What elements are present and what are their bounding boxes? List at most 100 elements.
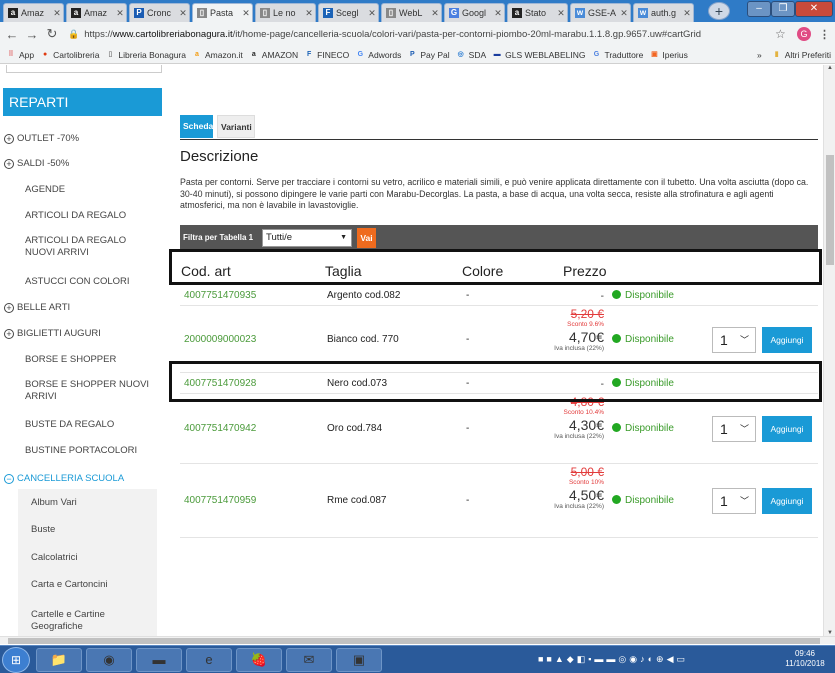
bookmark-item[interactable]: G Adwords — [355, 50, 402, 60]
browser-tab[interactable]: w auth.g ✕ — [633, 3, 694, 22]
filter-select[interactable]: Tutti/e ▼ — [262, 229, 352, 247]
browser-tab[interactable]: a Stato ✕ — [507, 3, 568, 22]
close-window-button[interactable]: ✕ — [795, 1, 833, 17]
submenu-item[interactable]: Cartelle e Cartine Geografiche — [18, 609, 157, 633]
back-arrow-icon[interactable]: ← — [4, 27, 20, 42]
media-icon[interactable]: ▣ — [336, 648, 382, 672]
explorer-icon[interactable]: 📁 — [36, 648, 82, 672]
ie-icon[interactable]: e — [186, 648, 232, 672]
reload-icon[interactable]: ↻ — [44, 26, 60, 42]
sidebar-item[interactable]: + OUTLET -70% — [0, 133, 160, 145]
product-color: - — [466, 290, 470, 301]
sidebar-item[interactable]: ASTUCCI CON COLORI — [0, 276, 160, 288]
chevron-down-icon: ﹀ — [739, 496, 749, 506]
tab-scheda[interactable]: Scheda — [180, 115, 213, 138]
sidebar-item[interactable]: BORSE E SHOPPER NUOVI ARRIVI — [0, 379, 160, 403]
other-bookmarks[interactable]: ▮ Altri Preferiti — [772, 50, 831, 60]
url-input[interactable]: 🔒 https://www.cartolibreriabonagura.it/i… — [68, 25, 775, 43]
quantity-select[interactable]: 1 ﹀ — [712, 488, 756, 514]
browser-menu-icon[interactable]: ⋮ — [819, 28, 830, 41]
fineco-icon: F — [307, 50, 312, 58]
close-tab-icon[interactable]: ✕ — [494, 8, 502, 19]
horizontal-scrollbar[interactable] — [0, 636, 835, 644]
lock-icon: 🔒 — [68, 28, 80, 39]
sidebar-item[interactable]: ARTICOLI DA REGALO — [0, 210, 160, 222]
maximize-window-button[interactable]: ❐ — [771, 1, 795, 17]
scroll-up-icon[interactable]: ▲ — [824, 65, 835, 71]
submenu-item[interactable]: Buste — [18, 524, 157, 536]
bookmark-item[interactable]: ● Cartolibreria — [40, 50, 99, 60]
chrome-icon[interactable]: ◉ — [86, 648, 132, 672]
bookmarks-more-icon[interactable]: » — [757, 50, 762, 60]
browser-tab[interactable]: P Cronc ✕ — [129, 3, 190, 22]
bookmark-item[interactable]: ▯ Libreria Bonagura — [105, 50, 186, 60]
bookmark-item[interactable]: ▣ Iperius — [649, 50, 688, 60]
taskbar-clock[interactable]: 09:46 11/10/2018 — [778, 649, 832, 669]
sidebar-item[interactable]: + SALDI -50% — [0, 158, 160, 170]
submenu-item[interactable]: Album Vari — [18, 497, 157, 509]
product-code-link[interactable]: 4007751470959 — [184, 495, 256, 506]
forward-arrow-icon[interactable]: → — [24, 27, 40, 42]
quantity-select[interactable]: 1 ﹀ — [712, 327, 756, 353]
close-tab-icon[interactable]: ✕ — [557, 8, 565, 19]
product-code-link[interactable]: 2000009000023 — [184, 334, 256, 345]
close-tab-icon[interactable]: ✕ — [683, 8, 691, 19]
bookmark-item[interactable]: a AMAZON — [249, 50, 298, 60]
system-tray-icons[interactable]: ■■▲◆◧▪▬▬◎◉♪◐⊕◀▭ — [538, 654, 688, 665]
strawberry-icon[interactable]: 🍓 — [236, 648, 282, 672]
close-tab-icon[interactable]: ✕ — [620, 8, 628, 19]
bookmark-item[interactable]: G Traduttore — [591, 50, 644, 60]
new-tab-button[interactable]: + — [708, 2, 730, 20]
browser-tab[interactable]: w GSE-A ✕ — [570, 3, 631, 22]
filter-bar: Filtra per Tabella 1 Tutti/e ▼ Vai — [180, 225, 818, 251]
browser-tab[interactable]: F Scegl ✕ — [318, 3, 379, 22]
bookmark-star-icon[interactable]: ☆ — [775, 27, 789, 41]
terminal-icon[interactable]: ▬ — [136, 648, 182, 672]
sidebar-item[interactable]: + BIGLIETTI AUGURI — [0, 328, 160, 340]
close-tab-icon[interactable]: ✕ — [116, 8, 124, 19]
profile-avatar[interactable]: G — [797, 27, 811, 41]
close-tab-icon[interactable]: ✕ — [431, 8, 439, 19]
bookmark-item[interactable]: P Pay Pal — [407, 50, 450, 60]
vertical-scrollbar[interactable]: ▲ ▼ — [823, 65, 835, 636]
product-code-link[interactable]: 4007751470935 — [184, 290, 256, 301]
product-code-link[interactable]: 4007751470942 — [184, 423, 256, 434]
bookmark-item[interactable]: F FINECO — [304, 50, 349, 60]
minimize-window-button[interactable]: – — [747, 1, 771, 17]
sidebar-item[interactable]: BUSTINE PORTACOLORI — [0, 445, 160, 457]
sidebar-item[interactable]: AGENDE — [0, 184, 160, 196]
bookmark-item[interactable]: ▬ GLS WEBLABELING — [492, 50, 586, 60]
browser-tab[interactable]: ▯ WebL ✕ — [381, 3, 442, 22]
browser-tab[interactable]: a Amaz ✕ — [3, 3, 64, 22]
start-button[interactable]: ⊞ — [2, 647, 30, 673]
close-tab-icon[interactable]: ✕ — [179, 8, 187, 19]
scrollbar-thumb[interactable] — [826, 155, 834, 265]
sidebar-item[interactable]: BORSE E SHOPPER — [0, 354, 160, 366]
browser-tab[interactable]: ▯ Pasta ✕ — [192, 3, 253, 22]
sidebar-item[interactable]: ARTICOLI DA REGALO NUOVI ARRIVI — [0, 235, 160, 259]
add-to-cart-button[interactable]: Aggiungi — [762, 488, 812, 514]
close-tab-icon[interactable]: ✕ — [242, 8, 250, 19]
filter-go-button[interactable]: Vai — [357, 228, 376, 248]
sidebar-item[interactable]: + BELLE ARTI — [0, 302, 160, 314]
horizontal-scrollbar-thumb[interactable] — [8, 638, 820, 644]
sidebar-item[interactable]: BUSTE DA REGALO — [0, 419, 160, 431]
price-value: - — [600, 291, 604, 302]
mail-icon[interactable]: ✉ — [286, 648, 332, 672]
browser-tab[interactable]: ▯ Le no ✕ — [255, 3, 316, 22]
close-tab-icon[interactable]: ✕ — [368, 8, 376, 19]
bookmark-item[interactable]: a Amazon.it — [192, 50, 243, 60]
bookmark-item[interactable]: ⠿ App — [6, 50, 34, 60]
add-to-cart-button[interactable]: Aggiungi — [762, 327, 812, 353]
close-tab-icon[interactable]: ✕ — [53, 8, 61, 19]
browser-tab[interactable]: G Googl ✕ — [444, 3, 505, 22]
tab-varianti[interactable]: Varianti — [217, 115, 255, 138]
close-tab-icon[interactable]: ✕ — [305, 8, 313, 19]
browser-tab[interactable]: a Amaz ✕ — [66, 3, 127, 22]
bookmark-item[interactable]: ◎ SDA — [456, 50, 487, 60]
submenu-item[interactable]: Carta e Cartoncini — [18, 579, 157, 591]
sidebar-item[interactable]: − CANCELLERIA SCUOLA — [0, 473, 160, 485]
add-to-cart-button[interactable]: Aggiungi — [762, 416, 812, 442]
quantity-select[interactable]: 1 ﹀ — [712, 416, 756, 442]
submenu-item[interactable]: Calcolatrici — [18, 552, 157, 564]
